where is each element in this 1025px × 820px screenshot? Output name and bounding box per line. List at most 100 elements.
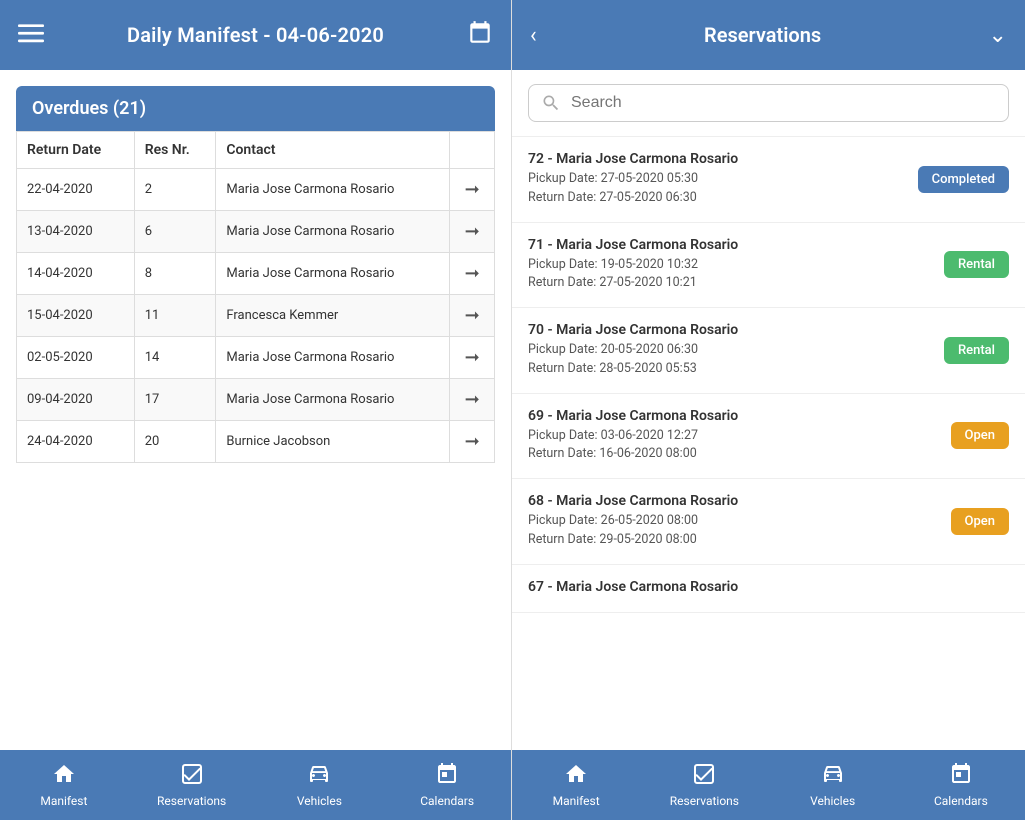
right-header-title: Reservations bbox=[704, 23, 821, 47]
check-square-icon bbox=[180, 762, 204, 790]
cell-res-nr: 14 bbox=[134, 337, 216, 379]
reservation-item-res-67[interactable]: 67 - Maria Jose Carmona Rosario bbox=[512, 565, 1025, 613]
nav-label-vehicles: Vehicles bbox=[810, 794, 855, 808]
nav-label-calendars: Calendars bbox=[420, 794, 474, 808]
cell-contact: Francesca Kemmer bbox=[216, 295, 450, 337]
left-nav-item-calendars[interactable]: Calendars bbox=[383, 750, 511, 820]
reservation-pickup: Pickup Date: 03-06-2020 12:27 bbox=[528, 427, 939, 446]
cell-arrow[interactable]: ➞ bbox=[450, 253, 495, 295]
left-bottom-nav: Manifest Reservations Vehicles Calendars bbox=[0, 750, 511, 820]
cell-arrow[interactable]: ➞ bbox=[450, 421, 495, 463]
reservation-info: 72 - Maria Jose Carmona Rosario Pickup D… bbox=[528, 151, 906, 208]
reservation-pickup: Pickup Date: 27-05-2020 05:30 bbox=[528, 170, 906, 189]
reservations-list: 72 - Maria Jose Carmona Rosario Pickup D… bbox=[512, 137, 1025, 750]
cell-res-nr: 6 bbox=[134, 211, 216, 253]
nav-label-manifest: Manifest bbox=[40, 794, 87, 808]
right-nav-item-vehicles[interactable]: Vehicles bbox=[769, 750, 897, 820]
cell-arrow[interactable]: ➞ bbox=[450, 379, 495, 421]
cell-return-date: 13-04-2020 bbox=[17, 211, 135, 253]
left-content: Overdues (21) Return Date Res Nr. Contac… bbox=[0, 70, 511, 750]
nav-label-manifest: Manifest bbox=[553, 794, 600, 808]
search-bar-container bbox=[512, 70, 1025, 137]
reservation-item-res-70[interactable]: 70 - Maria Jose Carmona Rosario Pickup D… bbox=[512, 308, 1025, 394]
reservation-pickup: Pickup Date: 20-05-2020 06:30 bbox=[528, 341, 932, 360]
reservation-info: 68 - Maria Jose Carmona Rosario Pickup D… bbox=[528, 493, 939, 550]
reservation-item-res-72[interactable]: 72 - Maria Jose Carmona Rosario Pickup D… bbox=[512, 137, 1025, 223]
status-badge: Open bbox=[951, 508, 1009, 535]
reservation-info: 69 - Maria Jose Carmona Rosario Pickup D… bbox=[528, 408, 939, 465]
nav-label-vehicles: Vehicles bbox=[297, 794, 342, 808]
reservation-return: Return Date: 16-06-2020 08:00 bbox=[528, 445, 939, 464]
status-badge: Rental bbox=[944, 337, 1009, 364]
cell-arrow[interactable]: ➞ bbox=[450, 211, 495, 253]
cell-arrow[interactable]: ➞ bbox=[450, 169, 495, 211]
table-row[interactable]: 24-04-2020 20 Burnice Jacobson ➞ bbox=[17, 421, 495, 463]
reservation-item-res-69[interactable]: 69 - Maria Jose Carmona Rosario Pickup D… bbox=[512, 394, 1025, 480]
nav-label-calendars: Calendars bbox=[934, 794, 988, 808]
home-icon bbox=[52, 762, 76, 790]
left-header: Daily Manifest - 04-06-2020 bbox=[0, 0, 511, 70]
cell-arrow[interactable]: ➞ bbox=[450, 295, 495, 337]
cell-contact: Burnice Jacobson bbox=[216, 421, 450, 463]
table-row[interactable]: 22-04-2020 2 Maria Jose Carmona Rosario … bbox=[17, 169, 495, 211]
cell-contact: Maria Jose Carmona Rosario bbox=[216, 169, 450, 211]
calendar-icon[interactable] bbox=[467, 20, 493, 50]
search-input[interactable] bbox=[571, 94, 996, 112]
col-res-nr: Res Nr. bbox=[134, 132, 216, 169]
table-row[interactable]: 15-04-2020 11 Francesca Kemmer ➞ bbox=[17, 295, 495, 337]
right-nav-item-calendars[interactable]: Calendars bbox=[897, 750, 1025, 820]
nav-label-reservations: Reservations bbox=[157, 794, 226, 808]
reservation-name: 69 - Maria Jose Carmona Rosario bbox=[528, 408, 939, 424]
cell-arrow[interactable]: ➞ bbox=[450, 337, 495, 379]
cell-return-date: 22-04-2020 bbox=[17, 169, 135, 211]
table-row[interactable]: 02-05-2020 14 Maria Jose Carmona Rosario… bbox=[17, 337, 495, 379]
reservation-name: 68 - Maria Jose Carmona Rosario bbox=[528, 493, 939, 509]
col-action bbox=[450, 132, 495, 169]
cell-return-date: 24-04-2020 bbox=[17, 421, 135, 463]
right-nav-item-manifest[interactable]: Manifest bbox=[512, 750, 640, 820]
left-panel: Daily Manifest - 04-06-2020 Overdues (21… bbox=[0, 0, 512, 820]
reservation-info: 71 - Maria Jose Carmona Rosario Pickup D… bbox=[528, 237, 932, 294]
left-nav-item-reservations[interactable]: Reservations bbox=[128, 750, 256, 820]
right-nav-item-reservations[interactable]: Reservations bbox=[640, 750, 768, 820]
car-icon bbox=[821, 762, 845, 790]
calendar-icon bbox=[435, 762, 459, 790]
col-contact: Contact bbox=[216, 132, 450, 169]
reservation-name: 71 - Maria Jose Carmona Rosario bbox=[528, 237, 932, 253]
car-icon bbox=[307, 762, 331, 790]
chevron-down-icon[interactable]: ⌄ bbox=[989, 23, 1007, 48]
reservation-item-res-68[interactable]: 68 - Maria Jose Carmona Rosario Pickup D… bbox=[512, 479, 1025, 565]
reservation-return: Return Date: 27-05-2020 10:21 bbox=[528, 274, 932, 293]
hamburger-icon[interactable] bbox=[18, 20, 44, 50]
cell-contact: Maria Jose Carmona Rosario bbox=[216, 211, 450, 253]
overdues-table: Return Date Res Nr. Contact 22-04-2020 2… bbox=[16, 131, 495, 463]
cell-res-nr: 2 bbox=[134, 169, 216, 211]
right-header: ‹ Reservations ⌄ bbox=[512, 0, 1025, 70]
reservation-return: Return Date: 27-05-2020 06:30 bbox=[528, 189, 906, 208]
reservation-item-res-71[interactable]: 71 - Maria Jose Carmona Rosario Pickup D… bbox=[512, 223, 1025, 309]
reservation-name: 70 - Maria Jose Carmona Rosario bbox=[528, 322, 932, 338]
left-nav-item-manifest[interactable]: Manifest bbox=[0, 750, 128, 820]
status-badge: Completed bbox=[918, 166, 1009, 193]
cell-return-date: 09-04-2020 bbox=[17, 379, 135, 421]
back-icon[interactable]: ‹ bbox=[530, 23, 537, 48]
cell-res-nr: 11 bbox=[134, 295, 216, 337]
cell-res-nr: 8 bbox=[134, 253, 216, 295]
cell-contact: Maria Jose Carmona Rosario bbox=[216, 379, 450, 421]
right-bottom-nav: Manifest Reservations Vehicles Calendars bbox=[512, 750, 1025, 820]
cell-contact: Maria Jose Carmona Rosario bbox=[216, 253, 450, 295]
cell-return-date: 15-04-2020 bbox=[17, 295, 135, 337]
reservation-name: 72 - Maria Jose Carmona Rosario bbox=[528, 151, 906, 167]
table-row[interactable]: 13-04-2020 6 Maria Jose Carmona Rosario … bbox=[17, 211, 495, 253]
status-badge: Rental bbox=[944, 251, 1009, 278]
overdues-header: Overdues (21) bbox=[16, 86, 495, 131]
cell-res-nr: 20 bbox=[134, 421, 216, 463]
table-row[interactable]: 14-04-2020 8 Maria Jose Carmona Rosario … bbox=[17, 253, 495, 295]
cell-return-date: 14-04-2020 bbox=[17, 253, 135, 295]
reservation-info: 70 - Maria Jose Carmona Rosario Pickup D… bbox=[528, 322, 932, 379]
cell-res-nr: 17 bbox=[134, 379, 216, 421]
search-icon bbox=[541, 93, 561, 113]
table-row[interactable]: 09-04-2020 17 Maria Jose Carmona Rosario… bbox=[17, 379, 495, 421]
cell-return-date: 02-05-2020 bbox=[17, 337, 135, 379]
left-nav-item-vehicles[interactable]: Vehicles bbox=[256, 750, 384, 820]
